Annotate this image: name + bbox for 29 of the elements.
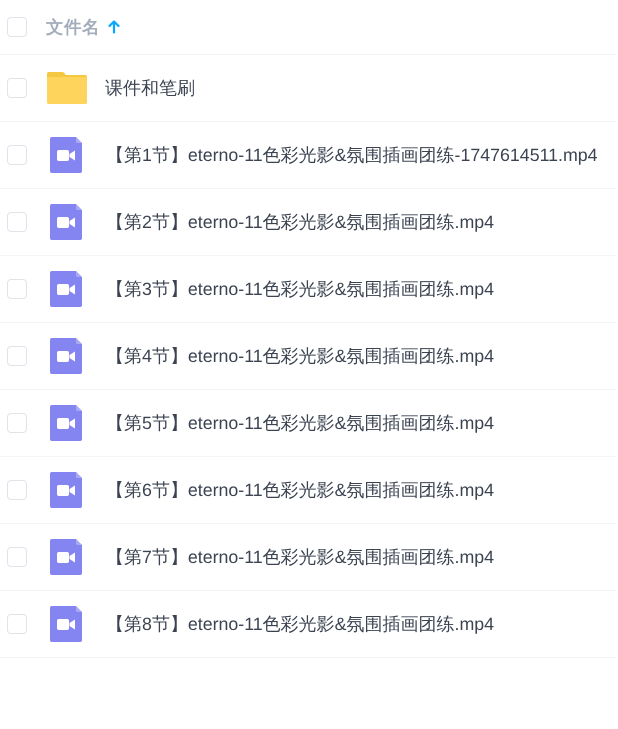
file-name[interactable]: 【第1节】eterno-11色彩光影&氛围插画团练-1747614511.mp4 bbox=[106, 144, 598, 166]
row-checkbox[interactable] bbox=[7, 279, 27, 299]
folder-icon bbox=[47, 72, 87, 104]
video-file-icon bbox=[50, 472, 82, 508]
video-file-icon bbox=[50, 539, 82, 575]
file-name[interactable]: 【第4节】eterno-11色彩光影&氛围插画团练.mp4 bbox=[106, 345, 494, 367]
row-checkbox[interactable] bbox=[7, 346, 27, 366]
row-checkbox[interactable] bbox=[7, 212, 27, 232]
row-checkbox[interactable] bbox=[7, 145, 27, 165]
row-checkbox[interactable] bbox=[7, 480, 27, 500]
file-name[interactable]: 【第6节】eterno-11色彩光影&氛围插画团练.mp4 bbox=[106, 479, 494, 501]
row-checkbox[interactable] bbox=[7, 413, 27, 433]
video-file-icon bbox=[50, 137, 82, 173]
video-file-icon bbox=[50, 606, 82, 642]
video-file-icon bbox=[50, 405, 82, 441]
row-checkbox[interactable] bbox=[7, 614, 27, 634]
select-all-checkbox[interactable] bbox=[7, 17, 27, 37]
row-checkbox[interactable] bbox=[7, 547, 27, 567]
video-file-icon bbox=[50, 338, 82, 374]
video-file-icon bbox=[50, 204, 82, 240]
video-file-icon bbox=[50, 271, 82, 307]
file-name[interactable]: 【第2节】eterno-11色彩光影&氛围插画团练.mp4 bbox=[106, 211, 494, 233]
sort-up-arrow-icon[interactable] bbox=[108, 20, 120, 34]
folder-name[interactable]: 课件和笔刷 bbox=[105, 77, 195, 99]
file-name[interactable]: 【第5节】eterno-11色彩光影&氛围插画团练.mp4 bbox=[106, 412, 494, 434]
file-name[interactable]: 【第7节】eterno-11色彩光影&氛围插画团练.mp4 bbox=[106, 546, 494, 568]
file-name[interactable]: 【第3节】eterno-11色彩光影&氛围插画团练.mp4 bbox=[106, 278, 494, 300]
file-name[interactable]: 【第8节】eterno-11色彩光影&氛围插画团练.mp4 bbox=[106, 613, 494, 635]
row-checkbox[interactable] bbox=[7, 78, 27, 98]
